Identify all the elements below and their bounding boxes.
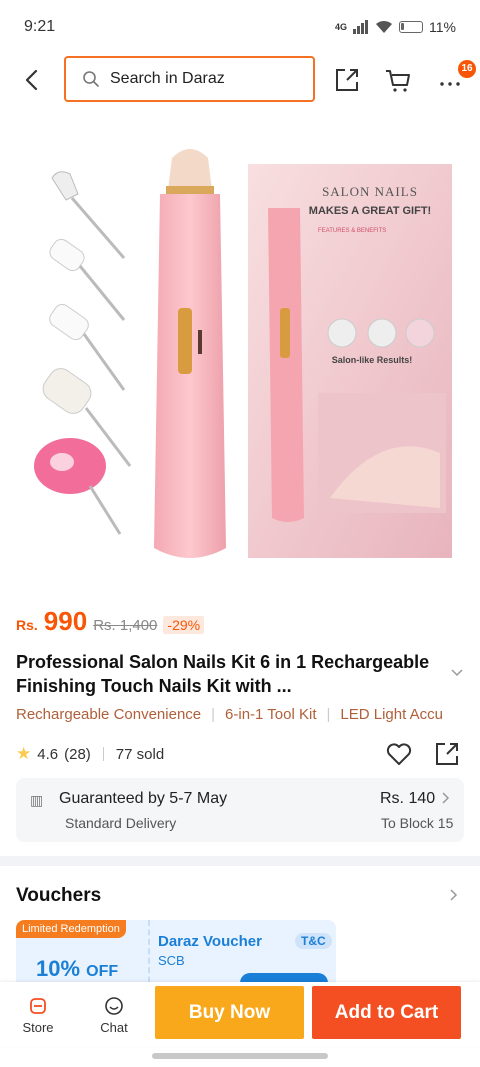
chat-button[interactable]: Chat — [84, 996, 144, 1035]
product-box: SALON NAILS MAKES A GREAT GIFT! FEATURES… — [248, 164, 452, 558]
highlight-separator: | — [326, 706, 331, 723]
status-time: 9:21 — [24, 18, 56, 35]
rating-separator — [102, 747, 104, 761]
box-tagline: MAKES A GREAT GIFT! — [309, 205, 431, 217]
top-nav: Search in Daraz 16 — [0, 54, 480, 106]
discount-badge: -29% — [163, 616, 205, 634]
rating-score: 4.6 — [37, 745, 59, 763]
chevron-left-icon — [25, 69, 38, 91]
store-icon — [30, 998, 46, 1014]
search-placeholder: Search in Daraz — [110, 70, 225, 87]
sold-count: 77 sold — [115, 745, 165, 763]
highlight-item[interactable]: LED Light Accu — [340, 706, 443, 723]
status-icons: 4G 11% — [335, 19, 456, 35]
product-photo: SALON NAILS MAKES A GREAT GIFT! FEATURES… — [34, 149, 452, 558]
more-badge: 16 — [458, 60, 476, 78]
box-features-title: FEATURES & BENEFITS — [318, 228, 386, 234]
signal-icon — [353, 20, 369, 34]
highlight-item[interactable]: Rechargeable Convenience — [16, 706, 201, 723]
cart-button[interactable] — [384, 66, 412, 94]
heart-icon[interactable] — [385, 740, 413, 768]
nail-bit-pink-disc — [34, 438, 122, 535]
vouchers-title: Vouchers — [16, 885, 102, 906]
chevron-down-icon[interactable] — [450, 666, 464, 680]
share-button[interactable] — [333, 66, 361, 94]
search-input[interactable]: Search in Daraz — [64, 56, 315, 102]
voucher-bank: SCB — [158, 953, 185, 968]
price-current: 990 — [43, 606, 88, 636]
buy-now-button[interactable]: Buy Now — [155, 986, 304, 1039]
price-row: Rs. 990 Rs. 1,400 -29% — [16, 606, 205, 637]
delivery-price: Rs. 140 — [380, 790, 436, 807]
battery-level: 11% — [429, 19, 456, 35]
product-image[interactable]: SALON NAILS MAKES A GREAT GIFT! FEATURES… — [0, 108, 480, 608]
price-original: Rs. 1,400 — [93, 617, 158, 634]
external-share-icon — [336, 69, 358, 91]
home-indicator[interactable] — [152, 1053, 328, 1059]
add-to-cart-button[interactable]: Add to Cart — [312, 986, 461, 1039]
star-icon: ★ — [16, 744, 32, 763]
chat-icon — [105, 997, 123, 1015]
voucher-discount: 10% OFF — [36, 956, 119, 981]
rating-count: (28) — [64, 745, 91, 763]
network-label: 4G — [335, 22, 348, 32]
store-button[interactable]: Store — [8, 996, 68, 1035]
highlights-row[interactable]: Rechargeable Convenience | 6-in-1 Tool K… — [16, 706, 480, 723]
battery-icon — [399, 21, 424, 33]
wifi-icon — [376, 20, 393, 33]
price-currency: Rs. — [16, 617, 38, 633]
share-icon[interactable] — [433, 740, 461, 768]
delivery-title: Guaranteed by 5-7 May — [59, 790, 228, 807]
chevron-right-icon — [442, 792, 450, 804]
search-icon — [83, 71, 99, 87]
delivery-subtitle: Standard Delivery — [65, 815, 177, 831]
highlight-separator: | — [211, 706, 216, 723]
nail-pen-device — [154, 149, 226, 558]
section-divider — [0, 856, 480, 866]
delivery-card[interactable]: ▥ Guaranteed by 5-7 May Standard Deliver… — [16, 778, 464, 842]
chevron-right-icon[interactable] — [448, 887, 460, 903]
delivery-box-icon: ▥ — [30, 792, 44, 808]
product-title[interactable]: Professional Salon Nails Kit 6 in 1 Rech… — [16, 650, 446, 698]
box-footer: Salon-like Results! — [332, 355, 413, 365]
bottom-action-bar: Store Chat Buy Now Add to Cart — [0, 982, 480, 1046]
chat-label: Chat — [100, 1020, 128, 1035]
limited-redemption-tag: Limited Redemption — [16, 920, 126, 938]
store-label: Store — [22, 1020, 54, 1035]
delivery-location: To Block 15 — [381, 815, 454, 831]
box-heading: SALON NAILS — [322, 184, 418, 199]
back-button[interactable] — [18, 66, 46, 94]
voucher-name: Daraz Voucher — [158, 933, 262, 950]
rating-row[interactable]: ★ 4.6 (28) 77 sold — [16, 744, 164, 764]
highlight-item[interactable]: 6-in-1 Tool Kit — [225, 706, 316, 723]
terms-badge[interactable]: T&C — [295, 933, 332, 949]
cart-icon — [386, 70, 410, 92]
status-bar: 9:21 4G 11% — [0, 0, 480, 54]
